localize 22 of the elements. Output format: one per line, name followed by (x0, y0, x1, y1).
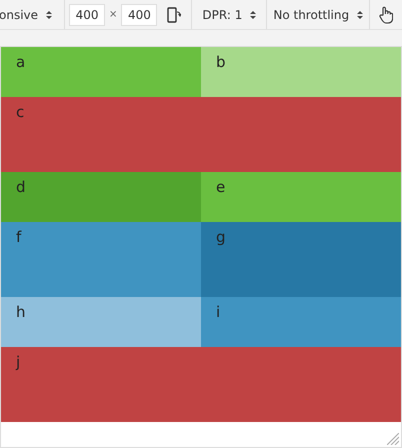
cell-label: f (16, 228, 22, 246)
cell-label: g (216, 228, 226, 246)
dropdown-arrows-icon (357, 10, 364, 20)
cell-label: i (216, 303, 220, 321)
cell-label: h (16, 303, 26, 321)
cell-label: a (16, 53, 26, 71)
touch-hand-icon[interactable] (379, 6, 394, 24)
resize-handle-icon[interactable] (387, 433, 399, 445)
width-field[interactable]: 400 (69, 4, 106, 26)
dropdown-arrows-icon (46, 10, 52, 20)
cell-label: b (216, 53, 226, 71)
times-sign: × (109, 8, 118, 22)
rotate-icon[interactable] (167, 6, 182, 22)
dpr-select[interactable]: DPR: 1 (192, 0, 268, 29)
cell-label: d (16, 178, 26, 196)
throttling-select[interactable]: No throttling (267, 0, 370, 29)
cell-label: j (16, 353, 20, 371)
height-field[interactable]: 400 (121, 4, 158, 26)
cell-label: e (216, 178, 226, 196)
cell-label: c (16, 103, 24, 121)
dropdown-arrows-icon (250, 10, 256, 20)
device-select[interactable]: onsive (0, 0, 66, 29)
